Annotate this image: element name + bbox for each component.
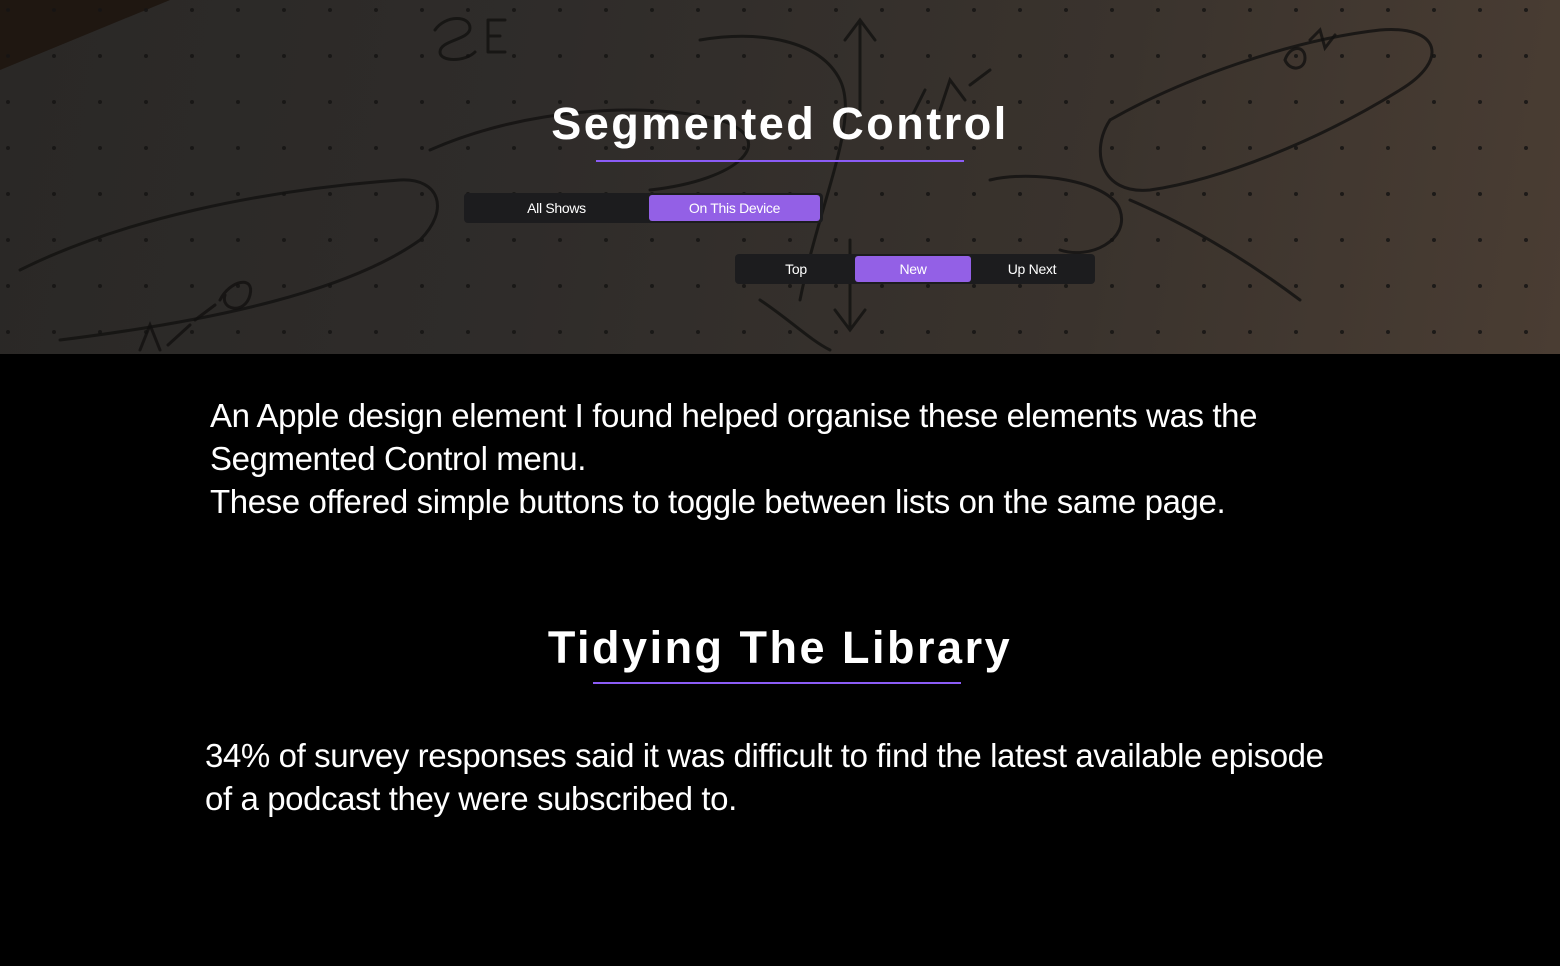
segmented-control-library: All Shows On This Device xyxy=(464,193,823,223)
segment-up-next[interactable]: Up Next xyxy=(971,256,1093,282)
hero-banner: Segmented Control All Shows On This Devi… xyxy=(0,0,1560,354)
segment-all-shows[interactable]: All Shows xyxy=(466,195,647,221)
segmented-control-episodes: Top New Up Next xyxy=(735,254,1095,284)
sketch-background-image xyxy=(0,0,1560,354)
hero-title: Segmented Control xyxy=(551,98,1009,149)
section-title-underline xyxy=(593,682,961,684)
segment-top[interactable]: Top xyxy=(737,256,855,282)
intro-text-line-1: An Apple design element I found helped o… xyxy=(210,397,1258,477)
section-body-text: 34% of survey responses said it was diff… xyxy=(205,737,1324,817)
page: Segmented Control All Shows On This Devi… xyxy=(0,0,1560,966)
hero-title-underline xyxy=(596,160,964,162)
segment-on-this-device[interactable]: On This Device xyxy=(649,195,820,221)
intro-paragraph: An Apple design element I found helped o… xyxy=(210,394,1360,523)
section-paragraph: 34% of survey responses said it was diff… xyxy=(205,734,1355,820)
segment-new[interactable]: New xyxy=(855,256,971,282)
section-title: Tidying The Library xyxy=(547,622,1013,673)
intro-text-line-2: These offered simple buttons to toggle b… xyxy=(210,483,1226,520)
